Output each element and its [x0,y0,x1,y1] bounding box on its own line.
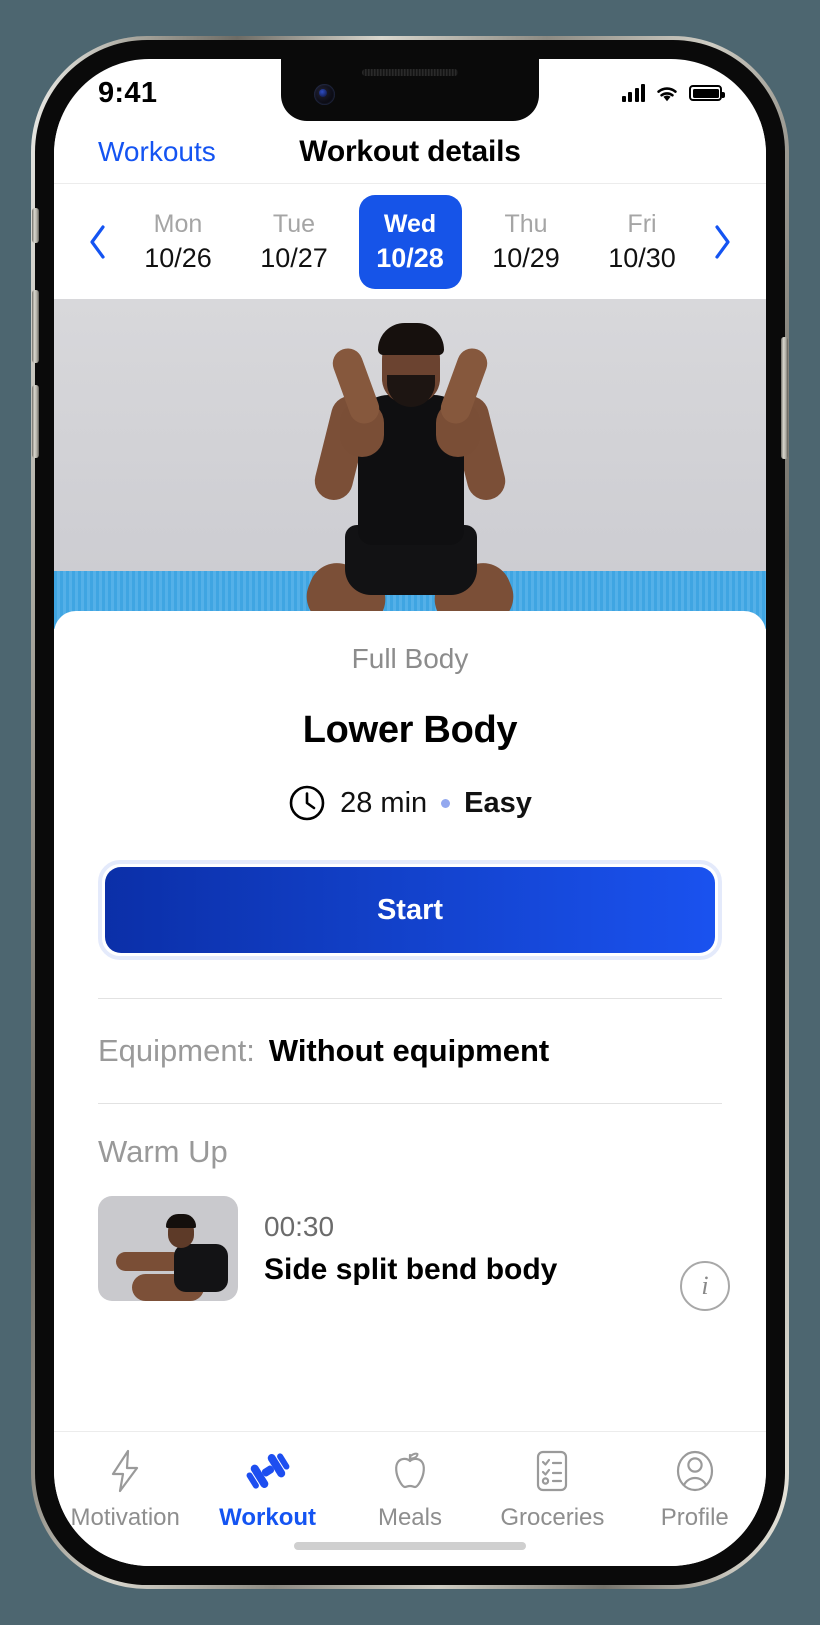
tab-label: Motivation [70,1504,180,1531]
date-cell-mon[interactable]: Mon 10/26 [127,195,230,289]
date-dow: Wed [383,209,437,238]
checklist-icon [532,1446,572,1496]
tab-label: Groceries [500,1504,605,1531]
tab-label: Workout [219,1504,317,1531]
tab-label: Profile [660,1504,729,1531]
tab-bar: Motivation Workout Meals Groceries Profi… [54,1431,766,1566]
power-button[interactable] [781,337,788,459]
phone-bezel: 9:41 Workouts Workout details Mon 10/26 … [32,40,788,1585]
start-button-focus-ring: Start [98,860,722,960]
apple-icon [389,1446,431,1496]
lightning-bolt-icon [105,1446,145,1496]
volume-down-button[interactable] [32,385,39,458]
signal-bars-icon [621,84,645,102]
wifi-icon [657,86,677,101]
date-num: 10/28 [376,242,444,273]
nav-bar: Workouts Workout details [54,121,766,183]
info-icon[interactable]: i [680,1261,730,1311]
equipment-label: Equipment: [98,1033,255,1068]
date-dow: Thu [504,209,548,238]
battery-icon [689,85,725,101]
exercise-duration: 00:30 [264,1210,335,1242]
section-title-warm-up: Warm Up [98,1134,228,1169]
equipment-row: Equipment: Without equipment [98,999,722,1103]
date-cell-thu[interactable]: Thu 10/29 [475,195,578,289]
exercise-info: 00:30 Side split bend body [264,1211,722,1287]
speaker-grille [362,69,458,76]
tab-motivation[interactable]: Motivation [60,1446,190,1532]
date-cell-fri[interactable]: Fri 10/30 [591,195,694,289]
date-cell-tue[interactable]: Tue 10/27 [243,195,346,289]
status-time: 9:41 [98,76,158,109]
exercise-thumbnail [98,1196,238,1301]
chevron-left-icon [90,224,105,259]
date-num: 10/27 [260,242,328,273]
back-button-label: Workouts [98,136,216,167]
date-list: Mon 10/26 Tue 10/27 Wed 10/28 Thu 10/29 [120,194,700,289]
workout-category: Full Body [351,643,469,674]
start-button[interactable]: Start [105,867,715,953]
workout-difficulty: Easy [464,786,532,819]
phone-frame: 9:41 Workouts Workout details Mon 10/26 … [31,36,789,1589]
back-button[interactable]: Workouts [98,136,216,168]
workout-duration: 28 min [340,786,428,819]
home-indicator[interactable] [294,1542,526,1550]
dumbbell-icon [244,1446,292,1496]
prev-week-button[interactable] [76,220,120,264]
next-week-button[interactable] [700,220,744,264]
date-dow: Mon [153,209,203,238]
date-selector: Mon 10/26 Tue 10/27 Wed 10/28 Thu 10/29 [54,183,766,299]
date-dow: Fri [627,209,657,238]
athlete-illustration [245,309,575,629]
notch [281,59,539,121]
date-cell-wed[interactable]: Wed 10/28 [358,194,462,289]
silence-switch[interactable] [32,208,39,243]
workout-title: Lower Body [302,709,518,751]
tab-groceries[interactable]: Groceries [487,1446,617,1532]
page-title: Workout details [299,135,521,168]
status-indicators [621,84,725,103]
tab-profile[interactable]: Profile [630,1446,760,1532]
exercise-list-item[interactable]: 00:30 Side split bend body i [98,1196,730,1311]
equipment-value: Without equipment [268,1033,550,1068]
person-icon [673,1446,717,1496]
chevron-right-icon [715,224,730,259]
meta-separator-dot [441,798,451,808]
tab-meals[interactable]: Meals [345,1446,475,1532]
clock-icon [288,784,326,822]
workout-detail-card: Full Body Lower Body 28 min Easy Start E… [54,611,766,1311]
date-num: 10/30 [608,242,676,273]
divider-bottom [98,1103,722,1104]
workout-hero-image [54,299,766,629]
tab-label: Meals [377,1504,442,1531]
exercise-name: Side split bend body [264,1252,558,1286]
front-camera-icon [314,84,335,105]
date-num: 10/29 [492,242,560,273]
phone-screen: 9:41 Workouts Workout details Mon 10/26 … [54,59,766,1566]
date-num: 10/26 [144,242,212,273]
date-dow: Tue [272,209,316,238]
tab-workout[interactable]: Workout [203,1446,333,1532]
workout-meta: 28 min Easy [98,784,722,822]
volume-up-button[interactable] [32,290,39,363]
